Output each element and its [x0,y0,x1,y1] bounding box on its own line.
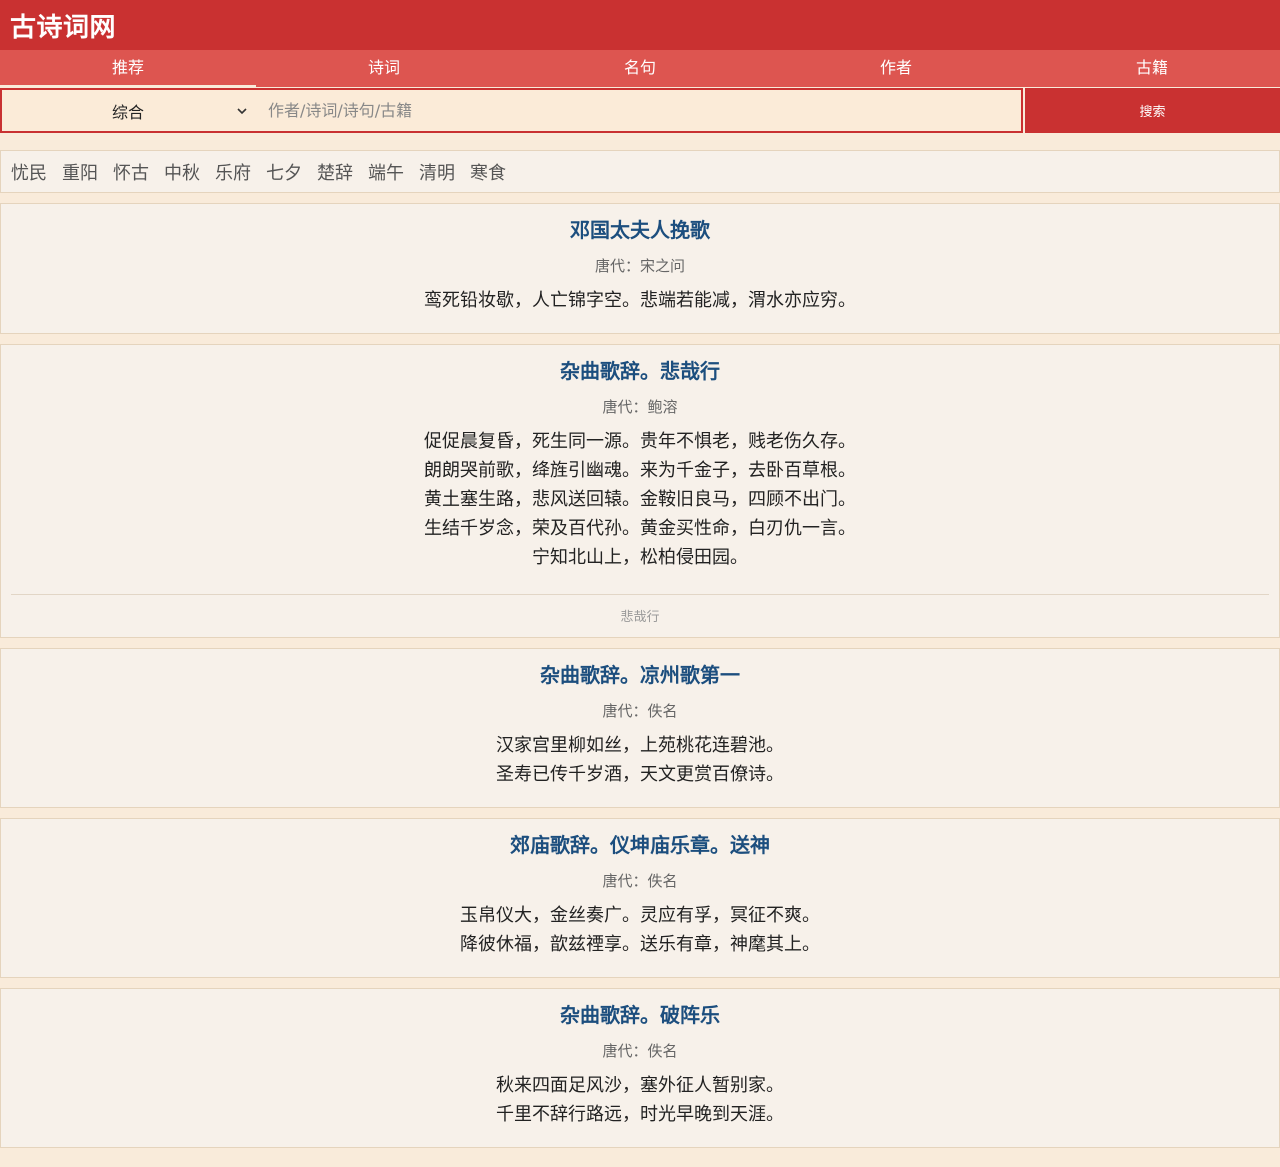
poem-meta: 唐代：佚名 [11,1042,1269,1060]
poem-line: 鸾死铅妆歇，人亡锦字空。悲端若能减，渭水亦应穷。 [424,290,856,311]
poem-line: 降彼休福，歆兹禋享。送乐有章，神麾其上。 [460,934,820,955]
poem-line: 黄土塞生路，悲风送回辕。金鞍旧良马，四顾不出门。 [424,489,856,510]
tag-item[interactable]: 楚辞 [317,159,353,185]
poem-title[interactable]: 杂曲歌辞。悲哉行 [11,358,1269,384]
poem-dynasty[interactable]: 唐代 [602,872,632,890]
chevron-down-icon [237,107,247,114]
search-input[interactable] [254,90,1021,131]
poem-meta: 唐代：佚名 [11,872,1269,890]
tag-item[interactable]: 端午 [368,159,404,185]
tag-list: 忧民 重阳 怀古 中秋 乐府 七夕 楚辞 端午 清明 寒食 [0,150,1280,193]
poem-meta-separator: ： [632,872,648,890]
tag-item[interactable]: 乐府 [215,159,251,185]
poem-card: 杂曲歌辞。破阵乐唐代：佚名秋来四面足风沙，塞外征人暂别家。 千里不辞行路远，时光早… [0,988,1280,1148]
poem-body: 鸾死铅妆歇，人亡锦字空。悲端若能减，渭水亦应穷。 [11,286,1269,315]
site-header: 古诗词网 [0,0,1280,50]
poem-meta: 唐代：佚名 [11,702,1269,720]
poem-meta-separator: ： [632,398,648,416]
tag-item[interactable]: 中秋 [164,159,200,185]
poem-author[interactable]: 鲍溶 [648,398,678,416]
poem-author[interactable]: 宋之问 [640,257,685,275]
poem-line: 朗朗哭前歌，绛旌引幽魂。来为千金子，去卧百草根。 [424,460,856,481]
poem-line: 千里不辞行路远，时光早晚到天涯。 [496,1104,784,1125]
nav-tab-3[interactable]: 作者 [768,50,1024,87]
search-button[interactable]: 搜索 [1025,88,1280,133]
poem-card: 杂曲歌辞。凉州歌第一唐代：佚名汉家宫里柳如丝，上苑桃花连碧池。 圣寿已传千岁酒，天… [0,648,1280,808]
tag-item[interactable]: 七夕 [266,159,302,185]
poem-card: 邓国太夫人挽歌 唐代：宋之问 鸾死铅妆歇，人亡锦字空。悲端若能减，渭水亦应穷。 [0,203,1280,334]
poem-card: 郊庙歌辞。仪坤庙乐章。送神唐代：佚名玉帛仪大，金丝奏广。灵应有孚，冥征不爽。 降彼… [0,818,1280,978]
poem-line: 宁知北山上，松柏侵田园。 [532,547,748,568]
poem-meta-separator: ： [624,257,640,275]
poem-author[interactable]: 佚名 [648,1042,678,1060]
poem-meta: 唐代：鲍溶 [11,398,1269,416]
search-box: 综合 [0,88,1023,133]
site-logo[interactable]: 古诗词网 [10,7,116,44]
poem-line: 圣寿已传千岁酒，天文更赏百僚诗。 [496,764,784,785]
main-nav: 推荐 诗词 名句 作者 古籍 [0,50,1280,87]
poem-meta-separator: ： [632,1042,648,1060]
poem-meta-separator: ： [632,702,648,720]
tag-item[interactable]: 重阳 [62,159,98,185]
poem-list: 邓国太夫人挽歌 唐代：宋之问 鸾死铅妆歇，人亡锦字空。悲端若能减，渭水亦应穷。 杂曲歌… [0,203,1280,1148]
tag-item[interactable]: 清明 [419,159,455,185]
poem-title[interactable]: 杂曲歌辞。破阵乐 [11,1002,1269,1028]
nav-tab-0[interactable]: 推荐 [0,50,256,87]
poem-body: 促促晨复昏，死生同一源。贵年不惧老，贱老伤久存。 朗朗哭前歌，绛旌引幽魂。来为千金… [11,427,1269,572]
poem-title[interactable]: 郊庙歌辞。仪坤庙乐章。送神 [11,832,1269,858]
nav-tab-2[interactable]: 名句 [512,50,768,87]
poem-meta: 唐代：宋之问 [11,257,1269,275]
poem-tag[interactable]: 悲哉行 [11,594,1269,625]
poem-title[interactable]: 杂曲歌辞。凉州歌第一 [11,662,1269,688]
poem-body: 秋来四面足风沙，塞外征人暂别家。 千里不辞行路远，时光早晚到天涯。 [11,1071,1269,1129]
tag-item[interactable]: 寒食 [470,159,506,185]
nav-tab-1[interactable]: 诗词 [256,50,512,87]
search-bar: 综合 搜索 [0,88,1280,134]
search-category-select[interactable]: 综合 [2,90,254,131]
poem-dynasty[interactable]: 唐代 [602,702,632,720]
poem-body: 玉帛仪大，金丝奏广。灵应有孚，冥征不爽。 降彼休福，歆兹禋享。送乐有章，神麾其上。 [11,901,1269,959]
poem-line: 生结千岁念，荣及百代孙。黄金买性命，白刃仇一言。 [424,518,856,539]
poem-dynasty[interactable]: 唐代 [602,1042,632,1060]
poem-author[interactable]: 佚名 [648,702,678,720]
poem-card: 杂曲歌辞。悲哉行唐代：鲍溶促促晨复昏，死生同一源。贵年不惧老，贱老伤久存。 朗朗哭… [0,344,1280,638]
poem-line: 汉家宫里柳如丝，上苑桃花连碧池。 [496,735,784,756]
poem-dynasty[interactable]: 唐代 [595,257,625,275]
poem-line: 促促晨复昏，死生同一源。贵年不惧老，贱老伤久存。 [424,431,856,452]
tag-item[interactable]: 怀古 [113,159,149,185]
search-category-value: 综合 [111,102,144,122]
poem-title[interactable]: 邓国太夫人挽歌 [11,217,1269,243]
poem-author[interactable]: 佚名 [648,872,678,890]
poem-line: 秋来四面足风沙，塞外征人暂别家。 [496,1075,784,1096]
nav-tab-4[interactable]: 古籍 [1024,50,1280,87]
poem-body: 汉家宫里柳如丝，上苑桃花连碧池。 圣寿已传千岁酒，天文更赏百僚诗。 [11,731,1269,789]
tag-item[interactable]: 忧民 [11,159,47,185]
poem-line: 玉帛仪大，金丝奏广。灵应有孚，冥征不爽。 [460,905,820,926]
poem-dynasty[interactable]: 唐代 [602,398,632,416]
